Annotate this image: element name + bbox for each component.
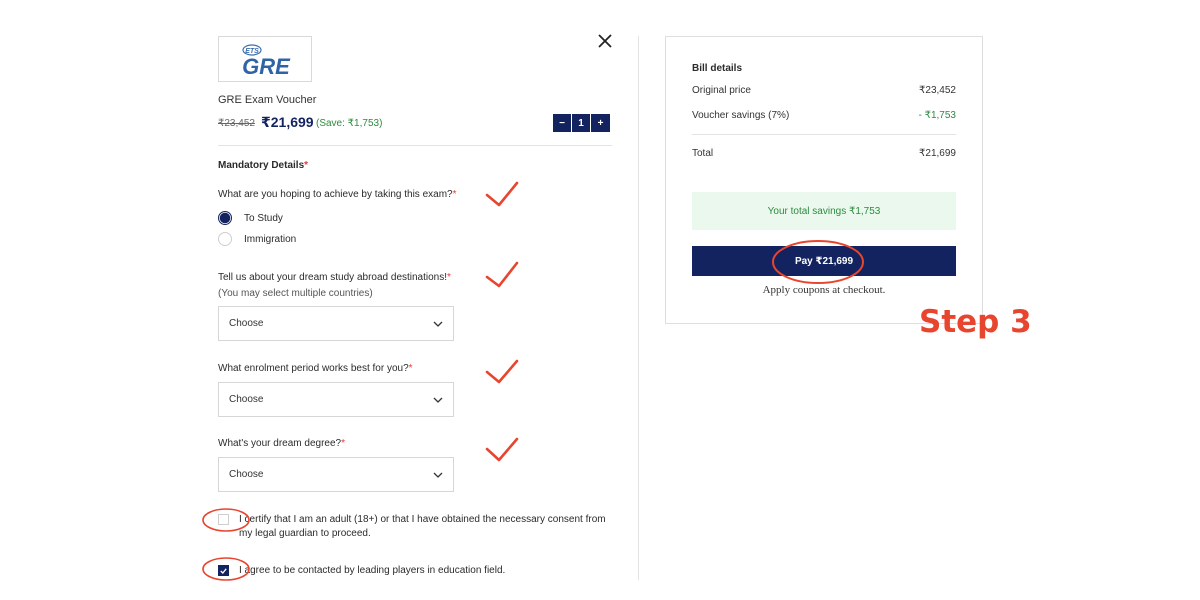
select-value: Choose (229, 394, 264, 405)
checkmark-annotation-icon (485, 359, 519, 384)
save-text: (Save: ₹1,753) (316, 118, 383, 129)
radio-unselected-icon (218, 232, 232, 246)
bill-row-original: Original price ₹23,452 (692, 85, 956, 96)
divider (218, 145, 612, 146)
consent-contact-checkbox[interactable] (218, 565, 229, 576)
checkmark-icon (220, 567, 227, 574)
question-degree: What's your dream degree?* (218, 438, 345, 449)
gre-logo: ETS GRE (218, 36, 312, 82)
bill-card (665, 36, 983, 324)
bill-label: Total (692, 148, 714, 159)
radio-selected-icon (218, 211, 232, 225)
radio-immigration[interactable]: Immigration (218, 232, 296, 246)
increment-button[interactable]: + (591, 114, 610, 132)
chevron-down-icon (433, 397, 443, 403)
checkmark-annotation-icon (485, 261, 519, 288)
annotation-overlay (202, 181, 864, 581)
original-price: ₹23,452 (218, 118, 255, 129)
bill-value: ₹21,699 (919, 148, 956, 159)
panel-divider (638, 36, 639, 580)
checkmark-annotation-icon (485, 437, 519, 462)
checkmark-annotation-icon (485, 181, 519, 207)
bill-label: Voucher savings (7%) (692, 110, 790, 121)
discounted-price: ₹21,699 (261, 114, 314, 130)
select-value: Choose (229, 469, 264, 480)
bill-row-savings: Voucher savings (7%) - ₹1,753 (692, 110, 956, 121)
radio-label: Immigration (244, 233, 297, 245)
ets-gre-logo-icon: ETS GRE (242, 44, 291, 79)
quantity-value: 1 (572, 114, 591, 132)
bill-row-total: Total ₹21,699 (692, 148, 956, 159)
radio-label: To Study (244, 212, 283, 224)
bill-value: ₹23,452 (919, 85, 956, 96)
question-goal: What are you hoping to achieve by taking… (218, 189, 457, 200)
decrement-button[interactable]: − (553, 114, 572, 132)
chevron-down-icon (433, 472, 443, 478)
degree-select[interactable]: Choose (218, 457, 454, 492)
chevron-down-icon (433, 321, 443, 327)
consent-adult-label: I certify that I am an adult (18+) or th… (239, 514, 606, 539)
step-annotation: Step 3 (919, 304, 1032, 340)
question-destinations-hint: (You may select multiple countries) (218, 288, 373, 299)
question-destinations: Tell us about your dream study abroad de… (218, 272, 451, 283)
pay-button[interactable]: Pay ₹21,699 (692, 246, 956, 276)
svg-text:GRE: GRE (242, 54, 291, 79)
consent-adult-row: I certify that I am an adult (18+) or th… (218, 513, 612, 541)
bill-divider (692, 134, 956, 135)
enrolment-select[interactable]: Choose (218, 382, 454, 417)
quantity-stepper: − 1 + (553, 114, 610, 132)
destinations-select[interactable]: Choose (218, 306, 454, 341)
bill-title: Bill details (692, 63, 743, 74)
savings-banner: Your total savings ₹1,753 (692, 192, 956, 230)
consent-adult-checkbox[interactable] (218, 514, 229, 525)
close-icon (598, 34, 612, 48)
consent-contact-row: I agree to be contacted by leading playe… (218, 564, 612, 578)
consent-contact-label: I agree to be contacted by leading playe… (239, 565, 506, 576)
radio-to-study[interactable]: To Study (218, 211, 283, 225)
bill-value: - ₹1,753 (918, 110, 957, 121)
coupon-note: Apply coupons at checkout. (762, 284, 886, 296)
close-button[interactable] (594, 30, 616, 52)
bill-label: Original price (692, 85, 751, 96)
question-enrolment: What enrolment period works best for you… (218, 363, 413, 374)
product-title: GRE Exam Voucher (218, 94, 317, 106)
select-value: Choose (229, 318, 264, 329)
section-title: Mandatory Details* (218, 160, 309, 171)
